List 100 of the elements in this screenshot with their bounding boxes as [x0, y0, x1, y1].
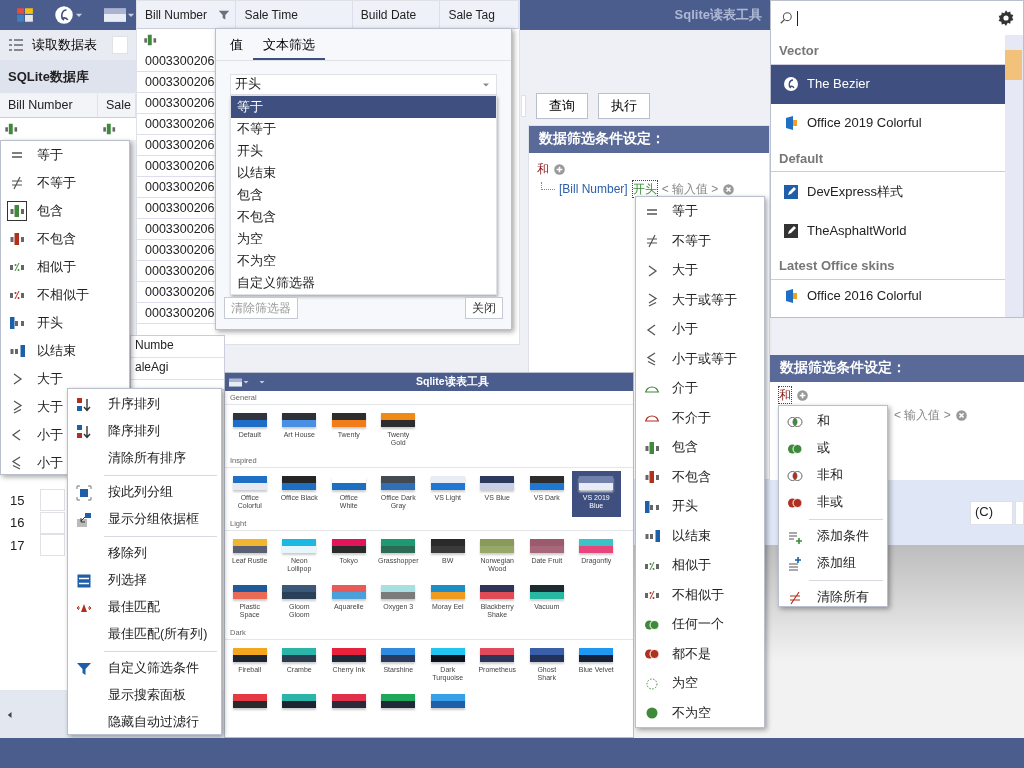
menu-item[interactable]: 等于	[1, 141, 129, 169]
group-operator-link[interactable]: 和	[537, 161, 549, 177]
add-icon[interactable]	[796, 388, 809, 402]
input-field[interactable]	[521, 95, 526, 117]
menu-item[interactable]: 清除所有排序	[68, 445, 221, 472]
menu-item[interactable]: 不等于	[636, 226, 764, 256]
menu-item[interactable]: 大于或等于	[636, 285, 764, 315]
text-ends-icon	[9, 343, 25, 359]
tree-line	[541, 182, 555, 190]
column-header[interactable]: Sale Time	[236, 1, 353, 29]
field-link[interactable]: [Bill Number]	[559, 181, 628, 197]
skin-swatch	[282, 648, 317, 662]
menu-item[interactable]: 相似于	[636, 551, 764, 581]
text-ends-icon	[644, 528, 660, 545]
skin-item[interactable]: Office 2019 Colorful	[771, 103, 1005, 143]
menu-item[interactable]: 最佳匹配	[68, 594, 221, 621]
column-header[interactable]: Build Date	[352, 1, 441, 29]
menu-item[interactable]: 自定义筛选条件	[68, 655, 221, 682]
combo-box[interactable]: 开头	[230, 74, 497, 95]
office-icon	[783, 287, 799, 304]
group-operator-link[interactable]: 和	[778, 386, 792, 404]
menu-item[interactable]: 移除列	[68, 540, 221, 567]
menu-item[interactable]: 开头	[1, 309, 129, 337]
row-number: 15	[9, 491, 26, 510]
skin-item[interactable]: DevExpress样式	[771, 172, 1005, 211]
skin-item[interactable]: Office 2016 Colorful	[771, 279, 1005, 312]
scroll-thumb[interactable]	[1005, 50, 1022, 80]
menu-item[interactable]: 不相似于	[636, 580, 764, 610]
menu-item[interactable]: 不介于	[636, 403, 764, 433]
menu-item[interactable]: 不包含	[1, 225, 129, 253]
app-icon[interactable]	[16, 6, 34, 24]
skin-swatch	[480, 585, 515, 599]
menu-item[interactable]: 以结束	[1, 337, 129, 365]
skin-swatch	[430, 476, 465, 490]
value-placeholder[interactable]: < 输入值 >	[894, 407, 951, 423]
menu-item[interactable]: 最佳匹配(所有列)	[68, 621, 221, 648]
settings-icon[interactable]	[997, 9, 1015, 27]
window-title: Sqlite读表工具	[674, 6, 762, 25]
query-button[interactable]: 执行	[598, 93, 650, 119]
menu-item[interactable]: 显示搜索面板	[68, 682, 221, 709]
column-header[interactable]: Sale Tag	[440, 1, 519, 29]
menu-item[interactable]: 任何一个	[636, 610, 764, 640]
menu-item[interactable]: 都不是	[636, 639, 764, 669]
menu-item[interactable]: 列选择	[68, 567, 221, 594]
skin-swatch	[232, 476, 267, 490]
skin-swatch	[381, 539, 416, 553]
menu-item[interactable]: 等于	[636, 197, 764, 227]
menu-item[interactable]: 以结束	[636, 521, 764, 551]
menu-item[interactable]: 大于	[636, 256, 764, 286]
menu-item[interactable]: 或	[779, 435, 887, 462]
menu-item[interactable]: 降序排列	[68, 418, 221, 445]
column-header[interactable]: Bill Number	[137, 1, 237, 29]
menu-item[interactable]: 清除所有	[779, 584, 887, 606]
add-icon[interactable]	[553, 162, 566, 176]
menu-item[interactable]: 不为空	[636, 698, 764, 727]
table-cell: Numbe	[131, 336, 224, 358]
popup-button[interactable]: 关闭	[465, 297, 503, 319]
menu-item[interactable]: 添加组	[779, 550, 887, 577]
input-field[interactable]: (C)	[970, 500, 1013, 525]
skin-item[interactable]: TheAsphaltWorld	[771, 211, 1005, 250]
skin-swatch	[282, 585, 317, 599]
skin-icon[interactable]	[229, 375, 242, 389]
tab[interactable]: 文本筛选	[253, 29, 325, 60]
panel-title: SQLite数据库	[8, 67, 89, 86]
menu-item[interactable]: 包含	[636, 433, 764, 463]
menu-item[interactable]: 和	[779, 408, 887, 435]
list-option[interactable]: 等于	[231, 96, 496, 118]
skin-item[interactable]: The Bezier	[771, 64, 1005, 104]
curve-logo-icon[interactable]	[54, 5, 74, 25]
skin-swatch	[579, 476, 614, 490]
scrollbar[interactable]	[1005, 35, 1023, 317]
menu-item[interactable]: 小于	[636, 315, 764, 345]
menu-item[interactable]: 非和	[779, 462, 887, 489]
menu-item[interactable]: 包含	[1, 197, 129, 225]
menu-item[interactable]: 不相似于	[1, 281, 129, 309]
menu-item[interactable]: 介于	[636, 374, 764, 404]
menu-item[interactable]: 不包含	[636, 462, 764, 492]
menu-item[interactable]: 添加条件	[779, 523, 887, 550]
menu-item[interactable]: 不等于	[1, 169, 129, 197]
column-header[interactable]: Bill Number	[0, 94, 98, 117]
text-begins-icon	[9, 315, 25, 331]
menu-item[interactable]: 开头	[636, 492, 764, 522]
remove-icon[interactable]	[722, 182, 736, 196]
text-contains-icon	[9, 203, 25, 219]
menu-item[interactable]: 为空	[636, 669, 764, 699]
menu-item[interactable]: 显示分组依据框	[68, 506, 221, 533]
menu-item[interactable]: 大于	[1, 365, 129, 393]
menu-item[interactable]: 按此列分组	[68, 479, 221, 506]
menu-item[interactable]: 升序排列	[68, 391, 221, 418]
query-button[interactable]: 查询	[536, 93, 588, 119]
value-placeholder[interactable]: < 输入值 >	[661, 181, 719, 197]
input-field[interactable]	[112, 36, 128, 54]
menu-item[interactable]: 非或	[779, 489, 887, 516]
remove-icon[interactable]	[954, 408, 968, 422]
menu-item[interactable]: 相似于	[1, 253, 129, 281]
skin-swatch	[381, 476, 416, 490]
input-field[interactable]	[1014, 500, 1024, 525]
menu-item[interactable]: 小于或等于	[636, 344, 764, 374]
skin-swatch	[232, 585, 267, 599]
filter-icon	[76, 660, 92, 677]
